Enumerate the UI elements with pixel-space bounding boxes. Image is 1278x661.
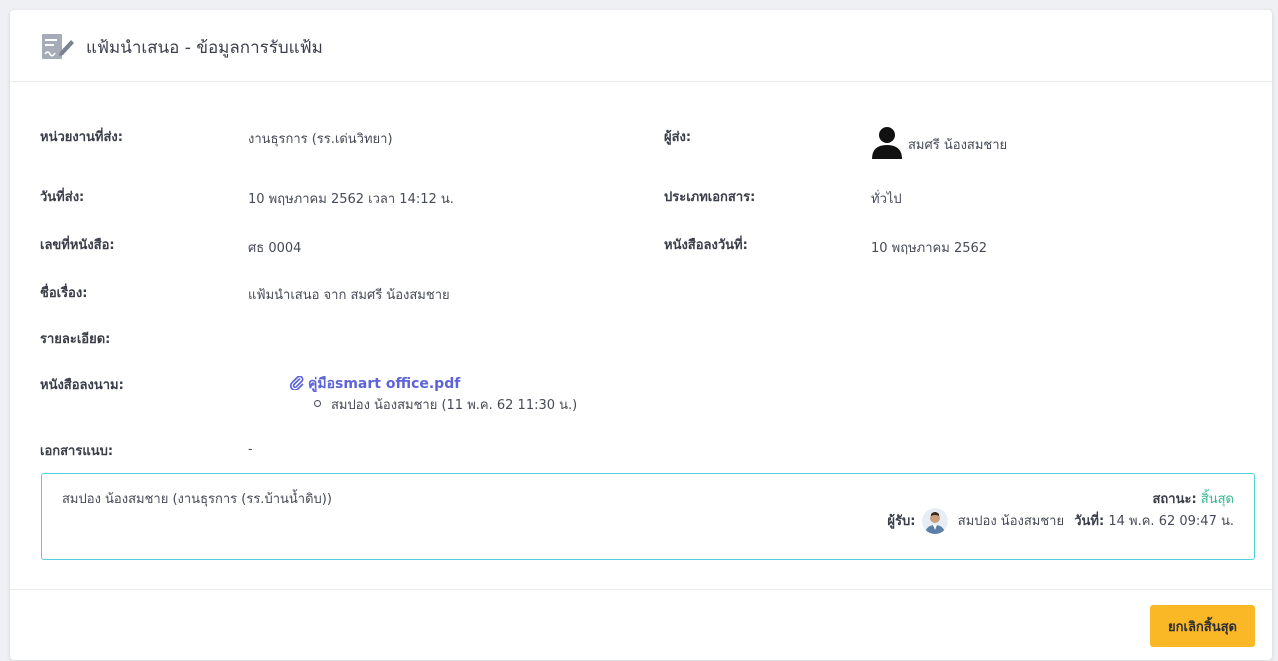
signed-doc-file-link[interactable]: คู่มือsmart office.pdf [290,373,460,395]
sender-name: สมศรี น้องสมชาย [908,138,1008,153]
subject-value: แฟ้มนำเสนอ จาก สมศรี น้องสมชาย [248,288,450,303]
paperclip-icon [290,376,304,390]
page-title: แฟ้มนำเสนอ - ข้อมูลการรับแฟ้ม [86,38,323,58]
status-value: สิ้นสุด [1200,492,1234,507]
signer-list-item: สมปอง น้องสมชาย (11 พ.ค. 62 11:30 น.) [314,394,577,415]
cancel-finish-button[interactable]: ยกเลิกสิ้นสุด [1150,605,1255,647]
attachments-label: เอกสารแนบ: [40,444,114,459]
routing-entry: สมปอง น้องสมชาย (งานธุรการ (รร.บ้านน้ำดิ… [41,473,1255,560]
receiver-label: ผู้รับ: [887,514,916,529]
receiver-avatar [921,508,948,534]
subject-label: ชื่อเรื่อง: [40,286,88,301]
date-value: 14 พ.ค. 62 09:47 น. [1108,514,1234,529]
user-silhouette-icon [872,127,902,159]
card-header: แฟ้มนำเสนอ - ข้อมูลการรับแฟ้ม [10,10,1272,82]
date-label: วันที่: [1074,514,1105,529]
description-label: รายละเอียด: [40,332,111,347]
attachments-value: - [248,442,253,457]
doc-number-label: เลขที่หนังสือ: [40,238,115,253]
signed-doc-label: หนังสือลงนาม: [40,378,124,393]
doc-date-value: 10 พฤษภาคม 2562 [871,241,988,256]
status-label: สถานะ: [1152,492,1197,507]
send-date-value: 10 พฤษภาคม 2562 เวลา 14:12 น. [248,192,454,207]
route-from-text: สมปอง น้องสมชาย (งานธุรการ (รร.บ้านน้ำดิ… [62,492,332,507]
sender-label: ผู้ส่ง: [664,130,692,145]
list-bullet [314,400,321,407]
card-footer: ยกเลิกสิ้นสุด [10,589,1272,661]
doc-type-value: ทั่วไป [871,192,902,207]
doc-number-value: ศธ 0004 [248,241,302,256]
receive-info-card: แฟ้มนำเสนอ - ข้อมูลการรับแฟ้ม หน่วยงานที… [10,10,1272,660]
department-label: หน่วยงานที่ส่ง: [40,130,123,145]
doc-date-label: หนังสือลงวันที่: [664,238,748,253]
signer-text: สมปอง น้องสมชาย (11 พ.ค. 62 11:30 น.) [331,398,578,413]
document-sign-icon [42,34,74,59]
receiver-name: สมปอง น้องสมชาย [957,514,1065,529]
doc-type-label: ประเภทเอกสาร: [664,190,756,205]
route-status: สถานะ: สิ้นสุด [1152,488,1234,509]
send-date-label: วันที่ส่ง: [40,190,85,205]
department-value: งานธุรการ (รร.เด่นวิทยา) [248,132,393,147]
signed-doc-file-name[interactable]: คู่มือsmart office.pdf [308,376,460,392]
route-receiver-meta: ผู้รับ: สมปอง น้องสมชาย วันที่: 14 พ.ค. … [887,508,1234,534]
